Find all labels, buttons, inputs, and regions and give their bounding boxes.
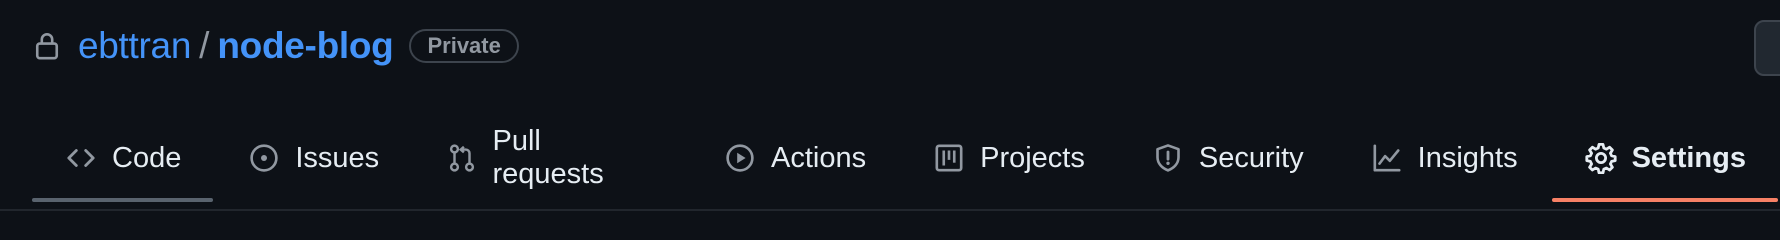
- lock-icon: [32, 30, 62, 62]
- repo-name-link[interactable]: node-blog: [217, 25, 393, 67]
- code-icon: [64, 141, 98, 175]
- tab-security[interactable]: Security: [1119, 120, 1336, 196]
- tab-issues[interactable]: Issues: [215, 120, 411, 196]
- repo-owner-link[interactable]: ebttran: [78, 25, 191, 67]
- tab-actions[interactable]: Actions: [691, 120, 898, 196]
- issue-opened-icon: [247, 141, 281, 175]
- repo-action-button-partial[interactable]: [1754, 20, 1780, 76]
- tab-label: Pull requests: [492, 125, 604, 190]
- tab-label: Security: [1198, 141, 1304, 174]
- git-pull-request-icon: [445, 141, 478, 175]
- tab-selected-underline: [1551, 198, 1778, 202]
- gear-icon: [1584, 141, 1618, 175]
- table-icon: [932, 141, 966, 175]
- tab-label: Settings: [1631, 141, 1746, 174]
- header-divider: [0, 209, 1780, 211]
- tab-insights[interactable]: Insights: [1338, 120, 1550, 196]
- tab-label: Insights: [1417, 141, 1518, 174]
- repo-title-row: ebttran / node-blog Private: [32, 22, 519, 70]
- tab-label: Actions: [771, 141, 867, 174]
- tab-projects[interactable]: Projects: [900, 120, 1117, 196]
- path-separator: /: [199, 25, 210, 66]
- repo-nav-tabs: Code Issues Pull requests Actions Projec…: [32, 120, 1780, 206]
- tab-label: Projects: [980, 141, 1085, 174]
- repository-header: ebttran / node-blog Private Code Issues …: [0, 0, 1780, 216]
- tab-label: Code: [112, 141, 182, 174]
- tab-settings[interactable]: Settings: [1551, 120, 1778, 202]
- tab-code[interactable]: Code: [32, 120, 214, 202]
- tab-pull-requests[interactable]: Pull requests: [413, 120, 689, 196]
- tab-label: Issues: [295, 141, 380, 174]
- play-icon: [723, 141, 757, 175]
- tab-hover-underline: [32, 198, 214, 202]
- graph-icon: [1370, 141, 1404, 175]
- visibility-badge: Private: [409, 29, 519, 63]
- shield-icon: [1151, 141, 1185, 175]
